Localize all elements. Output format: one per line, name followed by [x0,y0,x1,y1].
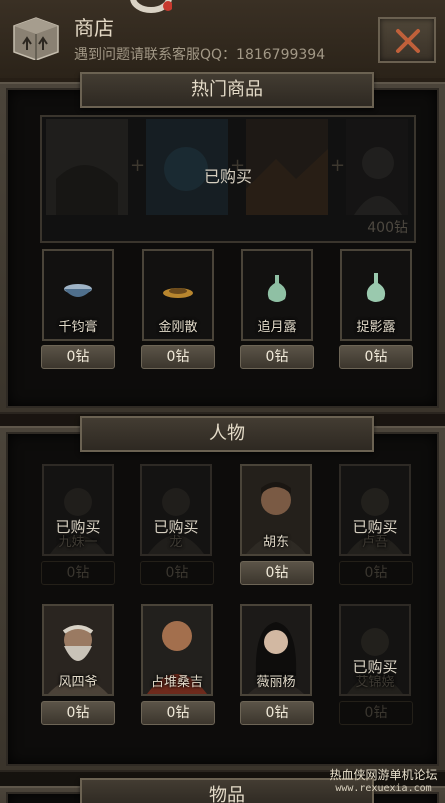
box-icon [13,17,59,60]
character-card[interactable]: 已购买 艾锦娆 [339,604,411,696]
character-price-button[interactable]: 0钻 [339,701,413,725]
character-name: 占堆桑吉 [150,675,203,690]
character-name: 风四爷 [58,675,98,690]
shop-screen: 商店 遇到问题请联系客服QQ：1816799394 热门商品 + + + 已购买… [0,0,445,803]
character-name: 龙 [169,535,183,550]
watermark-url: www.rexuexia.com [335,783,432,794]
character-name: 薇丽杨 [256,675,296,690]
page-title: 商店 [74,16,114,40]
character-card[interactable]: 已购买 龙 [140,464,212,556]
item-price-button[interactable]: 0钻 [141,345,215,369]
shop-item-card[interactable]: 金刚散 [142,249,214,341]
character-card[interactable]: 已购买 卢吾 [339,464,411,556]
character-price-button[interactable]: 0钻 [41,701,115,725]
character-name: 卢吾 [361,535,388,550]
shop-item-card[interactable]: 捉影露 [340,249,412,341]
lifering-icon [130,0,172,13]
character-name: 九妹一 [58,535,98,550]
character-card[interactable]: 风四爷 [42,604,114,696]
character-name: 艾锦娆 [355,675,395,690]
shop-item-card[interactable]: 追月露 [241,249,313,341]
close-button[interactable] [378,17,436,63]
tab-hot-goods[interactable]: 热门商品 [80,72,374,108]
character-name: 胡东 [262,535,289,550]
character-price-button[interactable]: 0钻 [141,701,215,725]
shop-header: 商店 遇到问题请联系客服QQ：1816799394 [0,0,445,78]
character-price-button[interactable]: 0钻 [240,701,314,725]
bundle-price: 400钻 [367,220,408,236]
bundle-purchased-label: 已购买 [203,167,252,186]
item-price-button[interactable]: 0钻 [41,345,115,369]
close-icon [396,29,420,53]
forum-watermark: 热血侠网游单机论坛 www.rexuexia.com [322,768,445,796]
item-name: 金刚散 [158,320,198,335]
tab-characters[interactable]: 人物 [80,416,374,452]
character-card[interactable]: 占堆桑吉 [141,604,213,696]
item-name: 千钧膏 [58,320,98,335]
watermark-text: 热血侠网游单机论坛 [329,768,438,782]
support-contact-text: 遇到问题请联系客服QQ：1816799394 [74,47,326,63]
item-price-button[interactable]: 0钻 [339,345,413,369]
item-price-button[interactable]: 0钻 [240,345,314,369]
character-card[interactable]: 薇丽杨 [240,604,312,696]
character-card[interactable]: 已购买 九妹一 [42,464,114,556]
item-name: 捉影露 [356,320,396,335]
character-card[interactable]: 胡东 [240,464,312,556]
hot-bundle-card[interactable]: + + + 已购买 400钻 [40,115,416,243]
shop-item-card[interactable]: 千钧膏 [42,249,114,341]
item-name: 追月露 [257,320,297,335]
character-price-button[interactable]: 0钻 [41,561,115,585]
character-price-button[interactable]: 0钻 [339,561,413,585]
character-price-button[interactable]: 0钻 [240,561,314,585]
character-price-button[interactable]: 0钻 [140,561,214,585]
